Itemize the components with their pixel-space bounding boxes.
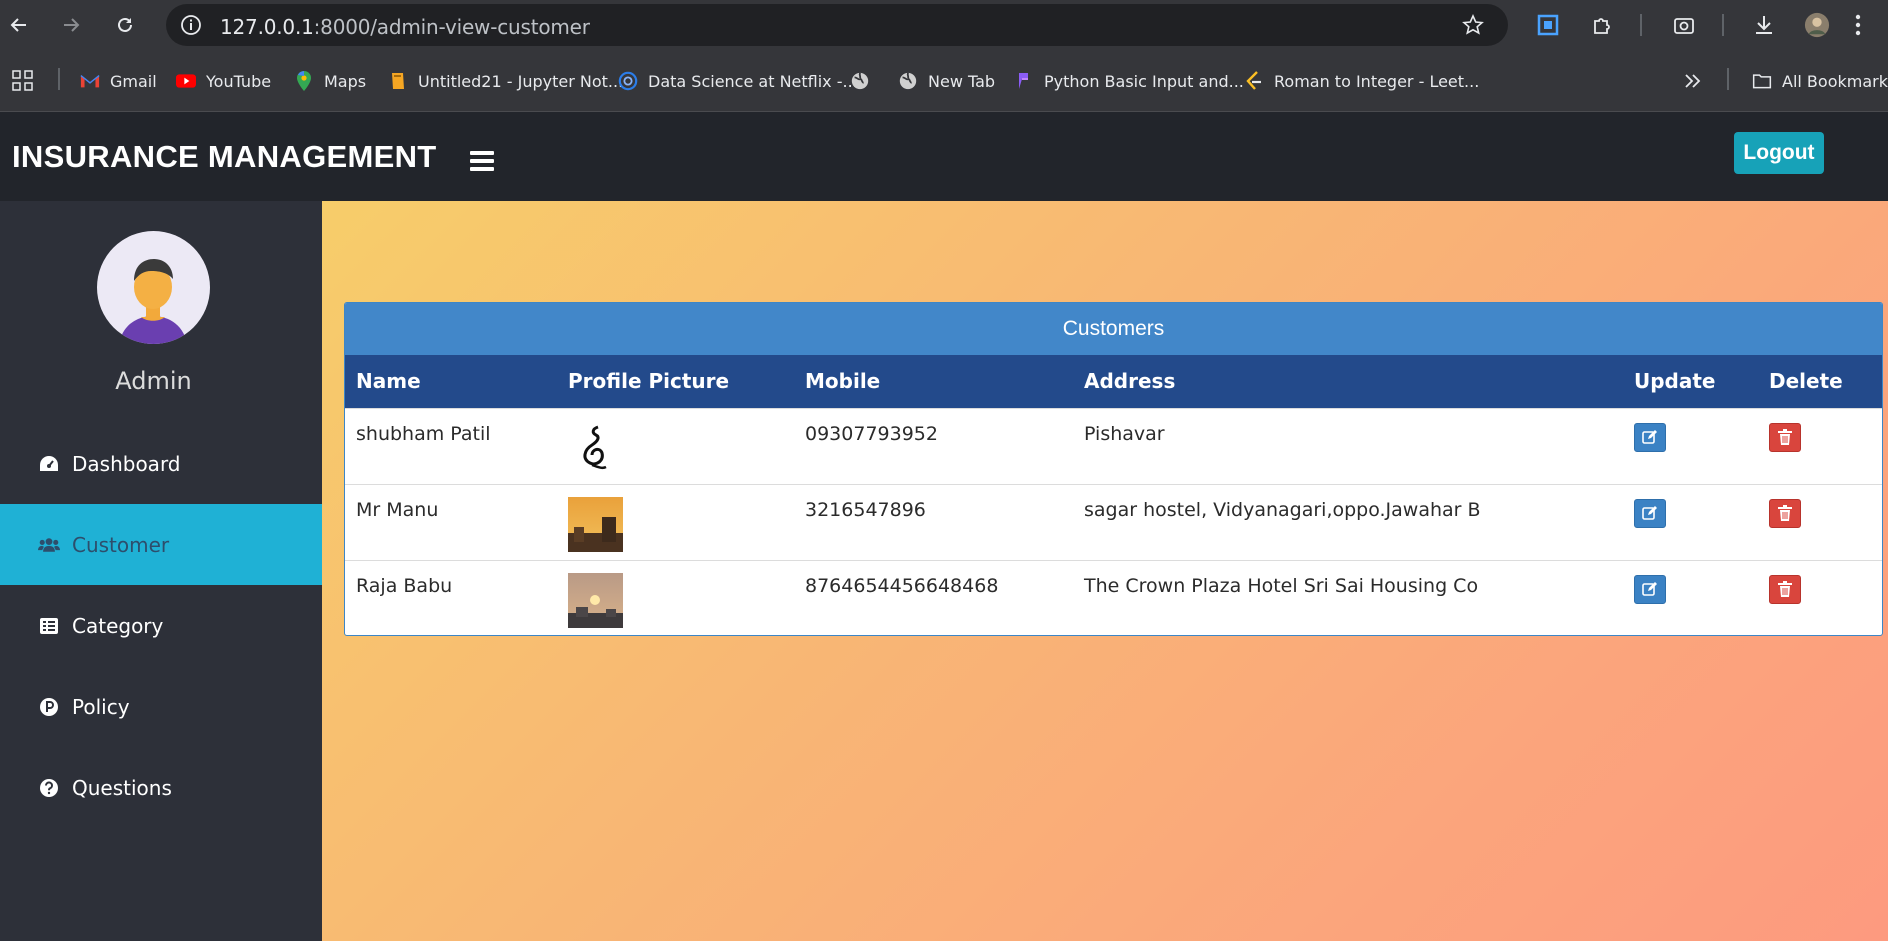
forward-icon[interactable] [58,12,84,38]
leetcode-icon [1244,71,1264,91]
gmail-icon [80,71,100,91]
customer-mobile: 3216547896 [794,483,1073,560]
address-bar[interactable]: 127.0.0.1:8000/admin-view-customer [166,4,1508,46]
table-header-row: Name Profile Picture Mobile Address Upda… [345,355,1882,408]
profile-picture [568,420,623,476]
app-header: INSURANCE MANAGEMENT Logout [0,112,1888,201]
globe-icon [850,71,870,91]
bookmark-maps[interactable]: Maps [294,68,366,94]
screen-capture-icon[interactable] [1535,12,1561,38]
customer-mobile: 8764654456648468 [794,559,1073,635]
column-header-name: Name [356,369,421,394]
update-button[interactable] [1634,498,1666,528]
customer-name: shubham Patil [345,407,557,484]
folder-icon [1752,71,1772,91]
trash-icon [1778,505,1792,521]
sidebar: Admin Dashboard Customer Category Policy… [0,201,322,941]
extensions-icon[interactable] [1590,12,1616,38]
logout-button[interactable]: Logout [1734,132,1824,174]
edit-icon [1642,582,1657,596]
delete-button[interactable] [1769,574,1801,604]
bookmark-netflix-data[interactable]: Data Science at Netflix -... [618,68,858,94]
bookmark-leetcode[interactable]: Roman to Integer - Leet... [1244,68,1479,94]
customer-address: The Crown Plaza Hotel Sri Sai Housing Co [1073,559,1623,635]
bookmark-new-tab[interactable]: New Tab [898,68,995,94]
customer-mobile: 09307793952 [794,407,1073,484]
policy-icon [38,696,60,718]
all-bookmarks[interactable]: All Bookmarks [1752,68,1888,94]
column-header-mobile: Mobile [805,369,881,394]
customers-card: Customers Name Profile Picture Mobile Ad… [344,302,1883,636]
url-text[interactable]: 127.0.0.1:8000/admin-view-customer [220,15,590,39]
brand-title: INSURANCE MANAGEMENT [12,139,437,174]
browser-toolbar: 127.0.0.1:8000/admin-view-customer [0,0,1888,50]
bookmark-globe[interactable] [850,68,880,94]
question-icon [38,777,60,799]
edit-icon [1642,430,1657,444]
bookmarks-overflow-icon[interactable] [1684,68,1702,94]
table-row: Raja Babu 8764654456648468 The Crown Pla… [345,559,1882,635]
sidebar-item-questions[interactable]: Questions [0,747,322,828]
update-button[interactable] [1634,574,1666,604]
customer-name: Raja Babu [345,559,557,635]
column-header-profile-picture: Profile Picture [568,369,730,394]
download-icon[interactable] [1751,12,1777,38]
hamburger-menu-icon[interactable] [470,151,494,171]
bookmark-gmail[interactable]: Gmail [80,68,157,94]
customer-address: Pishavar [1073,407,1623,484]
sidebar-item-category[interactable]: Category [0,585,322,666]
column-header-address: Address [1084,369,1176,394]
globe-icon [898,71,918,91]
profile-picture [568,572,623,628]
column-header-delete: Delete [1769,369,1843,394]
customer-name: Mr Manu [345,483,557,560]
table-row: Mr Manu 3216547896 sagar hostel, Vidyana… [345,483,1882,560]
customers-card-title: Customers [345,303,1882,355]
profile-avatar[interactable] [1804,12,1830,38]
sidebar-item-dashboard[interactable]: Dashboard [0,423,322,504]
camera-icon[interactable] [1671,12,1697,38]
admin-avatar [97,231,210,344]
profile-picture [568,496,623,552]
column-header-update: Update [1634,369,1716,394]
users-icon [38,534,60,556]
trash-icon [1778,581,1792,597]
youtube-icon [176,71,196,91]
jupyter-icon [388,71,408,91]
delete-button[interactable] [1769,498,1801,528]
list-icon [38,615,60,637]
menu-dots-icon[interactable] [1845,12,1871,38]
bookmark-python-input[interactable]: Python Basic Input and... [1014,68,1244,94]
sidebar-item-customer[interactable]: Customer [0,504,322,585]
maps-icon [294,71,314,91]
back-icon[interactable] [6,12,32,38]
site-icon [618,71,638,91]
dashboard-icon [38,453,60,475]
site-icon [1014,71,1034,91]
bookmark-youtube[interactable]: YouTube [176,68,271,94]
bookmarks-bar: Gmail YouTube Maps Untitled21 - Jupyter … [0,50,1888,112]
update-button[interactable] [1634,422,1666,452]
reload-icon[interactable] [112,12,138,38]
customer-address: sagar hostel, Vidyanagari,oppo.Jawahar B [1073,483,1623,560]
sidebar-item-policy[interactable]: Policy [0,666,322,747]
edit-icon [1642,506,1657,520]
apps-grid-icon[interactable] [12,68,34,94]
bookmark-star-icon[interactable] [1462,14,1484,41]
site-info-icon[interactable] [180,14,202,41]
table-row: shubham Patil 09307793952 Pishavar [345,407,1882,484]
customers-table: Name Profile Picture Mobile Address Upda… [345,355,1882,635]
delete-button[interactable] [1769,422,1801,452]
bookmark-jupyter[interactable]: Untitled21 - Jupyter Not... [388,68,623,94]
admin-name: Admin [115,367,192,395]
trash-icon [1778,429,1792,445]
